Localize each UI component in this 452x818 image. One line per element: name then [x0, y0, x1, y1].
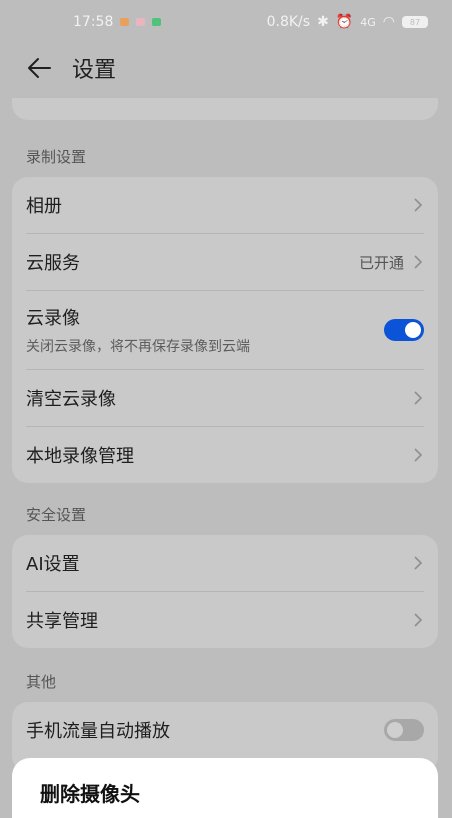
- row-label: 共享管理: [26, 611, 98, 632]
- section-title-security: 安全设置: [26, 506, 87, 524]
- row-subtitle: 关闭云录像，将不再保存录像到云端: [26, 339, 250, 355]
- signal-icon: 4G: [360, 15, 376, 29]
- cloud-recording-toggle[interactable]: [384, 319, 424, 341]
- row-cloud-recording: 云录像 关闭云录像，将不再保存录像到云端: [12, 291, 438, 369]
- chevron-right-icon: [414, 448, 423, 462]
- row-album[interactable]: 相册: [12, 177, 438, 233]
- mobile-data-autoplay-toggle[interactable]: [384, 719, 424, 741]
- battery-icon: 87: [402, 16, 428, 28]
- status-speed: 0.8K/s: [266, 14, 311, 30]
- section-title-other: 其他: [26, 673, 57, 691]
- status-right: 0.8K/s ✱ ⏰ 4G ◠ 87: [267, 14, 428, 30]
- card-security: AI设置 共享管理: [12, 535, 438, 648]
- card-recording: 相册 云服务 已开通 云录像 关闭云录像，将不再保存录像到云端 清空云录像 本地…: [12, 177, 438, 483]
- row-label: 手机流量自动播放: [26, 721, 170, 742]
- wifi-icon: ◠: [382, 14, 395, 30]
- notification-app-icon: [120, 18, 130, 26]
- row-label: 云录像: [26, 308, 80, 329]
- bottom-sheet: 删除摄像头: [12, 758, 438, 818]
- toggle-knob: [405, 322, 421, 338]
- row-label: AI设置: [26, 554, 80, 575]
- row-cloud-service[interactable]: 云服务 已开通: [12, 234, 438, 290]
- chevron-right-icon: [414, 198, 423, 212]
- bluetooth-icon: ✱: [317, 14, 329, 30]
- chevron-right-icon: [414, 391, 423, 405]
- toggle-knob: [387, 722, 403, 738]
- previous-card-bottom: [12, 98, 438, 120]
- row-label: 清空云录像: [26, 389, 116, 410]
- status-bar: 17:58 0.8K/s ✱ ⏰ 4G ◠ 87: [0, 0, 452, 44]
- arrow-left-icon[interactable]: [26, 55, 52, 81]
- row-label: 本地录像管理: [26, 446, 134, 467]
- status-time: 17:58: [73, 14, 114, 30]
- chevron-right-icon: [414, 613, 423, 627]
- row-clear-cloud-recording[interactable]: 清空云录像: [12, 370, 438, 426]
- section-title-recording: 录制设置: [26, 148, 87, 166]
- alarm-icon: ⏰: [335, 14, 354, 30]
- cloud-service-status: 已开通: [358, 253, 404, 272]
- status-left: 17:58: [73, 14, 162, 30]
- row-local-recording[interactable]: 本地录像管理: [12, 427, 438, 483]
- cloud-recording-text: 云录像 关闭云录像，将不再保存录像到云端: [26, 304, 384, 356]
- chevron-right-icon: [414, 556, 423, 570]
- delete-camera-title[interactable]: 删除摄像头: [40, 782, 140, 806]
- row-mobile-data-autoplay: 手机流量自动播放: [12, 702, 438, 758]
- notification-mail-icon: [136, 18, 146, 26]
- chevron-right-icon: [414, 255, 423, 269]
- row-share-management[interactable]: 共享管理: [12, 592, 438, 648]
- row-label: 相册: [26, 196, 62, 217]
- page-title: 设置: [72, 58, 117, 83]
- app-header: 设置: [0, 44, 452, 92]
- row-label: 云服务: [26, 253, 80, 274]
- notification-phone-icon: [152, 18, 162, 26]
- row-ai-settings[interactable]: AI设置: [12, 535, 438, 591]
